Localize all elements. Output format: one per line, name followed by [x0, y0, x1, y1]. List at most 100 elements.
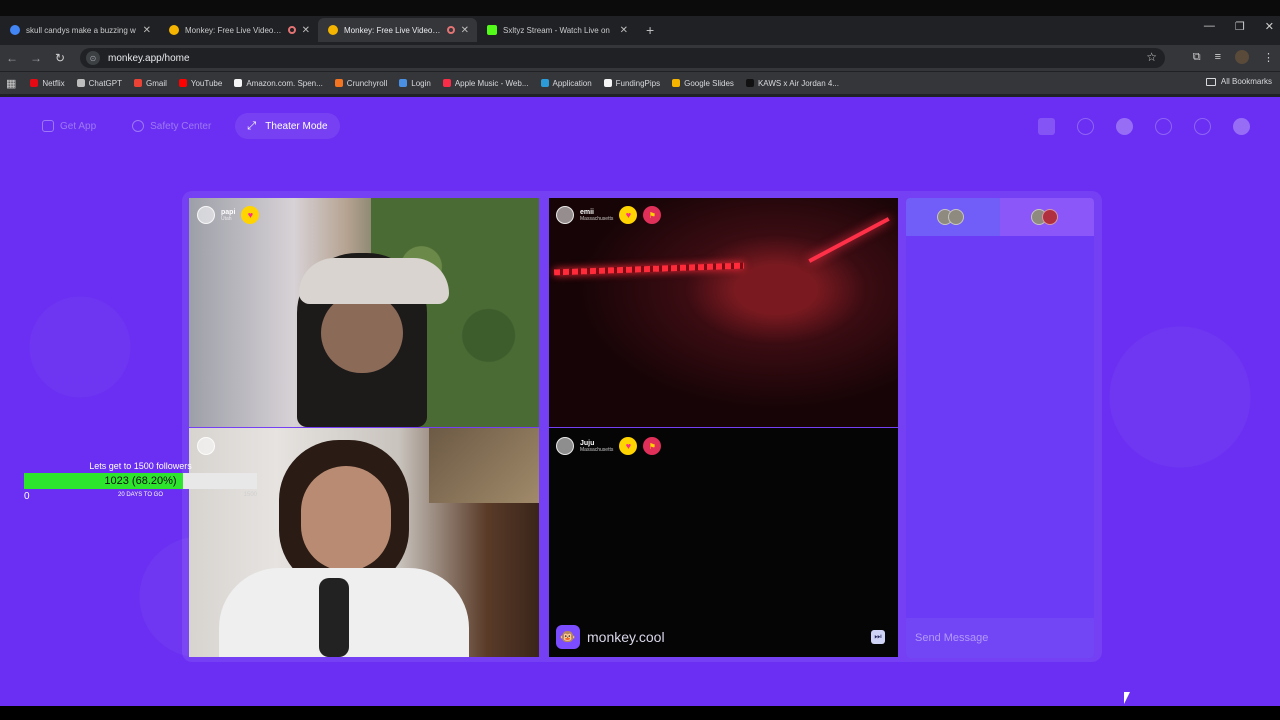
menu-icon[interactable]: ⋮ [1263, 51, 1274, 64]
user-name: Juju [580, 439, 595, 447]
bookmark-favicon-icon [745, 79, 754, 87]
history-icon[interactable] [1155, 118, 1172, 135]
media-controls-icon[interactable]: ≡ [1215, 51, 1221, 63]
close-icon[interactable]: ✕ [302, 25, 310, 36]
app-top-nav: Get App Safety Center ⤢ Theater Mode [30, 113, 340, 139]
browser-tab[interactable]: Sxltyz Stream - Watch Live on ✕ [477, 18, 636, 42]
bookmark-label: Netflix [42, 78, 65, 88]
tab-favicon-icon [10, 25, 20, 35]
bookmark-item[interactable]: Apple Music - Web... [442, 79, 529, 88]
bookmark-item[interactable]: Crunchyroll [334, 79, 387, 88]
skip-icon[interactable]: ⏭ [871, 630, 885, 644]
tab-favicon-icon [487, 25, 497, 35]
bookmark-item[interactable]: FundingPips [603, 79, 660, 88]
bookmark-item[interactable]: Amazon.com. Spen... [234, 79, 323, 88]
bookmark-favicon-icon [178, 79, 187, 87]
user-avatar[interactable] [197, 437, 215, 455]
close-icon[interactable]: ✕ [143, 25, 151, 36]
friends-icon[interactable] [1116, 118, 1133, 135]
bookmark-item[interactable]: Application [540, 79, 592, 88]
user-avatar[interactable] [556, 206, 574, 224]
address-row: ← → ↻ ⊙ monkey.app/home ☆ ⧉ ≡ ⋮ [0, 45, 1280, 71]
brand-text: monkey.cool [587, 629, 665, 645]
bookmark-item[interactable]: Login [399, 79, 431, 88]
bookmark-favicon-icon [603, 79, 612, 87]
chat-tabs [906, 198, 1094, 236]
address-bar[interactable]: ⊙ monkey.app/home ☆ [80, 48, 1165, 68]
recording-icon [287, 26, 296, 34]
back-icon[interactable]: ← [0, 51, 24, 65]
report-flag-icon[interactable]: ⚑ [643, 437, 662, 455]
user-avatar[interactable] [197, 206, 215, 224]
all-bookmarks-button[interactable]: All Bookmarks [1205, 77, 1272, 86]
video-tile-papi[interactable] [189, 198, 539, 427]
heart-icon[interactable]: ♥ [619, 437, 638, 455]
close-icon[interactable]: ✕ [461, 25, 469, 36]
maximize-icon[interactable]: ❐ [1235, 20, 1245, 33]
folder-icon [1205, 77, 1216, 86]
bookmarks-bar: ▦ Netflix ChatGPT Gmail YouTube Amazon.com. … [0, 72, 1280, 94]
bookmark-favicon-icon [234, 79, 243, 87]
reload-icon[interactable]: ↻ [48, 51, 72, 65]
bookmark-label: Login [411, 78, 431, 88]
extensions-icon[interactable]: ⧉ [1193, 51, 1201, 64]
microphone [319, 578, 349, 657]
bookmark-item[interactable]: Google Slides [672, 79, 734, 88]
mouse-cursor [1124, 692, 1130, 704]
heart-icon[interactable]: ♥ [241, 206, 260, 224]
person-face [321, 293, 403, 373]
forward-icon[interactable]: → [24, 51, 48, 65]
minimize-icon[interactable]: — [1204, 20, 1215, 33]
wall-painting [429, 428, 539, 503]
goal-current: 1023 (68.20%) [104, 475, 177, 487]
person-face [301, 466, 391, 571]
goal-footer: 0 20 DAYS TO GO 1500 [24, 489, 257, 505]
bookmark-item[interactable]: KAWS x Air Jordan 4... [745, 78, 840, 88]
heart-icon[interactable]: ♥ [619, 206, 638, 224]
report-flag-icon[interactable]: ⚑ [643, 206, 662, 224]
search-icon[interactable] [1077, 118, 1094, 135]
apps-grid-icon[interactable]: ▦ [6, 77, 16, 90]
profile-avatar-icon[interactable] [1233, 118, 1250, 135]
chat-panel: Send Message [906, 198, 1094, 658]
shield-icon [132, 120, 145, 132]
video-tile-juju[interactable] [549, 428, 898, 657]
tab-strip: skull candys make a buzzing w ✕ Monkey: … [0, 18, 664, 42]
user-location: Utah [221, 215, 232, 222]
browser-tab[interactable]: Monkey: Free Live Video Ch ✕ [159, 18, 318, 42]
browser-tab-active[interactable]: Monkey: Free Live Video Ch ✕ [318, 18, 477, 42]
site-info-icon[interactable]: ⊙ [86, 51, 100, 65]
bookmark-item[interactable]: ChatGPT [76, 79, 122, 88]
get-app-button[interactable]: Get App [30, 113, 108, 139]
store-icon[interactable] [1038, 118, 1055, 135]
goal-title: Lets get to 1500 followers [89, 461, 192, 471]
phone-icon [42, 120, 54, 132]
close-icon[interactable]: ✕ [620, 25, 628, 36]
bookmark-item[interactable]: Gmail [133, 78, 167, 88]
bookmark-item[interactable]: Netflix [30, 78, 65, 88]
browser-tab[interactable]: skull candys make a buzzing w ✕ [0, 18, 159, 42]
safety-center-label: Safety Center [150, 120, 212, 132]
bookmark-item[interactable]: YouTube [178, 79, 222, 88]
all-bookmarks-label: All Bookmarks [1220, 77, 1272, 86]
person-hat [299, 258, 449, 304]
bookmark-favicon-icon [540, 79, 549, 87]
messages-icon[interactable] [1194, 118, 1211, 135]
chat-tab-1[interactable] [906, 198, 1000, 236]
close-window-icon[interactable]: ✕ [1265, 20, 1274, 33]
new-tab-button[interactable]: + [636, 22, 664, 38]
chat-tab-2[interactable] [1000, 198, 1094, 236]
theater-mode-label: Theater Mode [265, 120, 328, 132]
bookmark-label: KAWS x Air Jordan 4... [757, 78, 840, 88]
video-tile-emii[interactable] [549, 198, 898, 427]
user-avatar[interactable] [556, 437, 574, 455]
goal-max: 1500 [243, 492, 257, 498]
bookmark-label: Gmail [145, 78, 167, 88]
safety-center-button[interactable]: Safety Center [120, 113, 223, 139]
profile-avatar[interactable] [1235, 50, 1249, 64]
theater-mode-button[interactable]: ⤢ Theater Mode [235, 113, 340, 139]
bookmark-star-icon[interactable]: ☆ [1146, 50, 1157, 64]
monkey-watermark: 🐵 monkey.cool [556, 625, 665, 649]
chat-avatar [1042, 209, 1058, 225]
send-message-input[interactable]: Send Message [906, 618, 1094, 658]
